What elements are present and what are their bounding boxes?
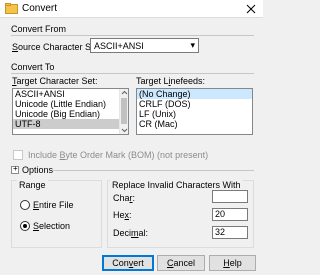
options-toggle[interactable]: + [11, 164, 19, 174]
list-item-selected[interactable]: (No Change) [137, 89, 252, 99]
charset-scrollbar[interactable] [119, 89, 128, 134]
chevron-down-icon: ▾ [190, 40, 195, 50]
source-charset-value: ASCII+ANSI [94, 41, 144, 51]
scroll-up-icon[interactable] [120, 89, 129, 97]
bom-label: Include Byte Order Mark (BOM) (not prese… [28, 150, 209, 160]
list-item-selected[interactable]: UTF-8 [13, 119, 128, 129]
list-item[interactable]: LF (Unix) [137, 109, 252, 119]
hex-input[interactable]: 20 [212, 208, 248, 221]
source-charset-select[interactable]: ASCII+ANSI ▾ [90, 38, 199, 53]
window-title: Convert [22, 3, 58, 14]
hex-label: Hex: [113, 210, 132, 220]
scroll-thumb[interactable] [121, 98, 127, 124]
list-item[interactable]: Unicode (Big Endian) [13, 109, 128, 119]
target-linefeeds-label: Target Linefeeds: [136, 76, 206, 86]
decimal-label: Decimal: [113, 228, 149, 238]
target-charset-label: Target Character Set: [12, 76, 98, 86]
range-heading: Range [17, 180, 48, 190]
selection-label: Selection [33, 221, 71, 231]
close-button[interactable] [244, 2, 258, 16]
plus-icon: + [13, 164, 18, 173]
replace-heading: Replace Invalid Characters With [110, 180, 243, 190]
options-separator [53, 170, 254, 171]
convert-to-separator [11, 73, 254, 74]
radio-selected-dot [23, 224, 27, 228]
char-label: Char: [113, 193, 136, 203]
entire-file-label: Entire File [33, 200, 74, 210]
selection-radio[interactable] [20, 221, 30, 231]
list-item[interactable]: Unicode (Little Endian) [13, 99, 128, 109]
convert-from-heading: Convert From [11, 24, 67, 34]
options-heading: Options [22, 165, 54, 175]
range-group [11, 180, 102, 248]
entire-file-radio[interactable] [20, 200, 30, 210]
cancel-button[interactable]: Cancel [157, 255, 205, 271]
target-charset-list[interactable]: ASCII+ANSI Unicode (Little Endian) Unico… [12, 88, 129, 135]
convert-from-separator [11, 35, 254, 36]
help-button[interactable]: Help [209, 255, 256, 271]
close-icon [246, 4, 256, 14]
convert-button[interactable]: Convert [102, 255, 154, 271]
char-input[interactable] [212, 190, 248, 203]
target-linefeeds-list[interactable]: (No Change) CRLF (DOS) LF (Unix) CR (Mac… [136, 88, 253, 135]
list-item[interactable]: CR (Mac) [137, 119, 252, 129]
scroll-down-icon[interactable] [120, 126, 129, 134]
convert-to-heading: Convert To [11, 62, 55, 72]
decimal-input[interactable]: 32 [212, 226, 248, 239]
bom-checkbox[interactable] [13, 150, 23, 160]
app-icon [5, 3, 18, 14]
list-item[interactable]: CRLF (DOS) [137, 99, 252, 109]
source-charset-label: Source Character Set: [12, 42, 102, 52]
list-item[interactable]: ASCII+ANSI [13, 89, 128, 99]
